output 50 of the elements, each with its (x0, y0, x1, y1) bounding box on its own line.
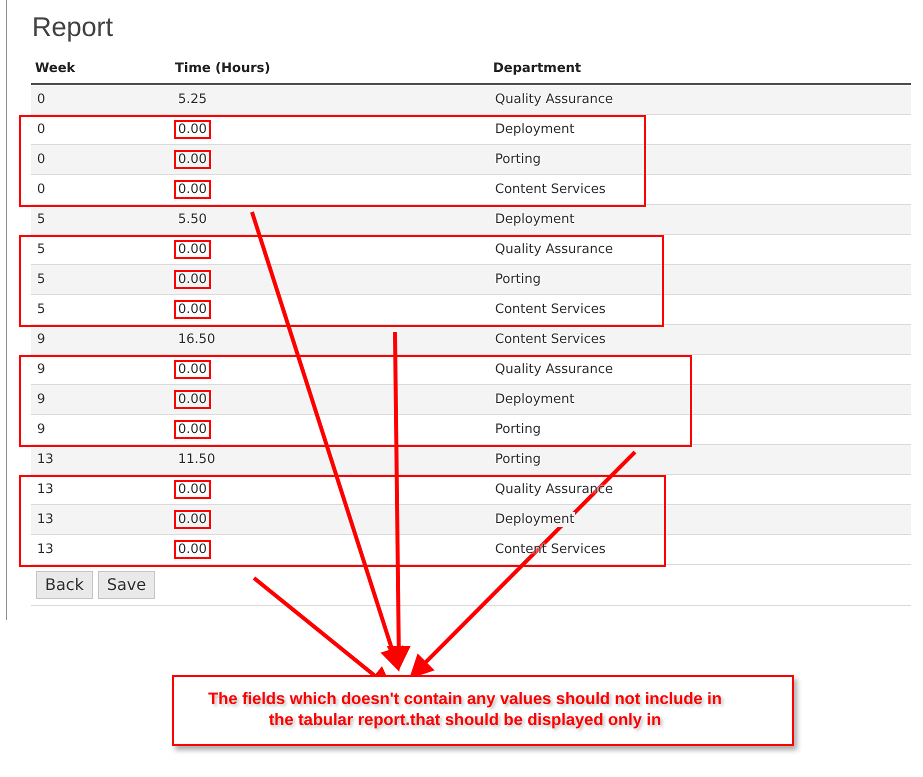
time-text: 0.00 (174, 390, 211, 408)
week-text: 9 (37, 362, 46, 376)
department-text: Deployment (495, 392, 575, 406)
week-text: 13 (37, 452, 54, 466)
time-text: 0.00 (174, 150, 211, 168)
department-text: Content Services (495, 182, 606, 196)
department-text: Quality Assurance (495, 362, 613, 376)
time-text: 0.00 (174, 180, 211, 198)
department-text: Quality Assurance (495, 92, 613, 107)
week-text: 0 (37, 92, 46, 107)
time-text: 0.00 (174, 420, 211, 438)
department-text: Content Services (495, 332, 606, 346)
save-button[interactable]: Save (98, 570, 156, 598)
time-text: 0.00 (174, 240, 211, 258)
week-text: 13 (37, 512, 54, 526)
department-text: Deployment (495, 122, 575, 136)
week-text: 9 (37, 392, 46, 406)
department-text: Deployment (495, 212, 575, 226)
time-text: 0.00 (174, 300, 211, 318)
week-text: 5 (37, 272, 46, 286)
time-text: 0.00 (174, 510, 211, 528)
week-text: 9 (37, 332, 46, 346)
week-text: 5 (37, 302, 46, 316)
time-text: 0.00 (174, 540, 211, 558)
time-text: 5.25 (177, 90, 208, 109)
week-text: 0 (37, 152, 46, 166)
week-text: 13 (37, 482, 54, 496)
week-text: 0 (37, 182, 46, 196)
time-text: 11.50 (177, 450, 216, 468)
department-text: Quality Assurance (495, 242, 613, 256)
department-text: Porting (495, 152, 541, 166)
week-text: 0 (37, 122, 46, 136)
week-text: 5 (37, 212, 46, 226)
week-text: 13 (37, 542, 54, 556)
time-text: 5.50 (177, 210, 208, 228)
department-text: Porting (495, 422, 541, 436)
department-text: Porting (495, 272, 541, 286)
time-text: 16.50 (177, 330, 216, 348)
week-text: 5 (37, 242, 46, 256)
time-text: 0.00 (174, 270, 211, 288)
department-text: Content Services (495, 302, 606, 316)
department-text: Deployment (495, 512, 575, 526)
page-title: Report (31, 11, 114, 44)
department-text: Porting (495, 452, 541, 466)
time-text: 0.00 (174, 120, 211, 138)
time-text: 0.00 (174, 360, 211, 378)
callout-note: The fields which doesn't contain any values should not include in the tabular report.that should be displayed only in (172, 675, 794, 746)
back-button[interactable]: Back (36, 570, 93, 598)
time-text: 0.00 (174, 480, 211, 498)
week-text: 9 (37, 422, 46, 436)
